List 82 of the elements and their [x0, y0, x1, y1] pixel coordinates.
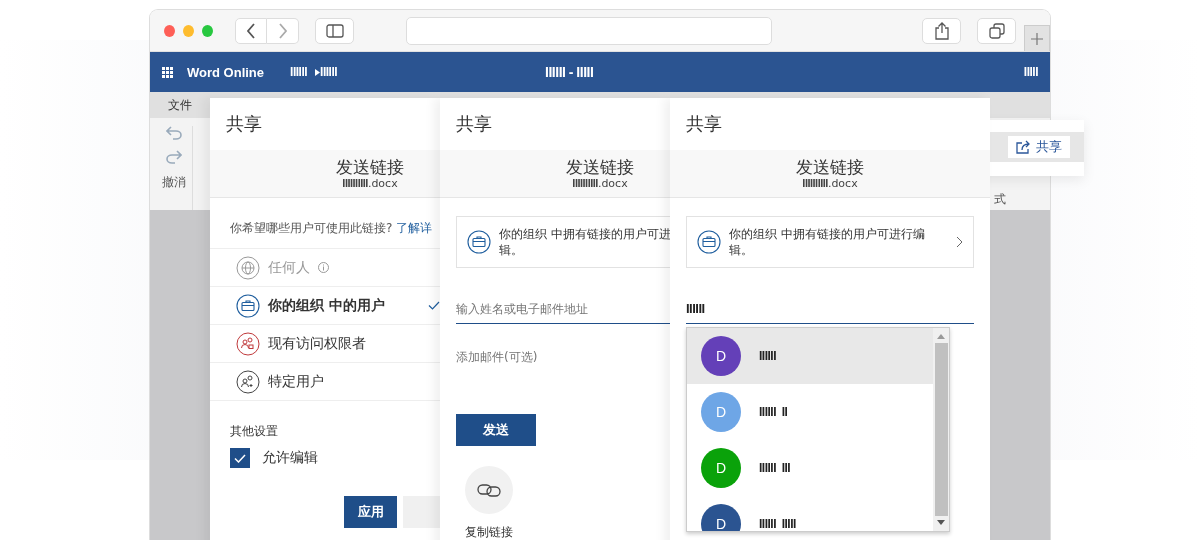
panel-title: 共享	[225, 112, 263, 136]
redo-icon[interactable]	[166, 150, 182, 164]
link-icon	[477, 482, 501, 498]
permission-info-card[interactable]: 你的组织 中拥有链接的用户可进 辑。	[456, 216, 670, 268]
sidebar-button[interactable]	[315, 17, 354, 44]
chevron-right-icon	[278, 22, 287, 39]
scroll-up-icon[interactable]	[937, 334, 945, 339]
file-name: IIIIIIIIII.docx	[802, 177, 858, 190]
suggestion-item[interactable]: D IIIIII III	[687, 440, 933, 496]
undo-label: 撤消	[162, 174, 186, 191]
suggestion-item[interactable]: D IIIIII	[687, 328, 933, 384]
permission-info-text: 你的组织 中拥有链接的用户可进	[499, 226, 670, 242]
check-icon	[428, 301, 440, 310]
back-button[interactable]	[235, 17, 268, 44]
header-title: 发送链接	[796, 157, 864, 177]
tabs-icon	[988, 22, 1005, 39]
link-option[interactable]: 现有访问权限者	[210, 324, 440, 362]
file-name: IIIIIIIIII.docx	[572, 177, 628, 190]
ribbon-tab[interactable]: 文件	[150, 92, 210, 118]
share-button[interactable]	[922, 17, 962, 44]
chevron-left-icon	[246, 22, 256, 39]
chevron-right-icon	[956, 236, 963, 248]
checkmark-icon	[234, 453, 246, 463]
breadcrumb-arrow-icon	[315, 68, 321, 76]
contact-name: IIIIII IIIII	[759, 517, 796, 531]
share-icon	[934, 21, 949, 40]
message-input[interactable]: 添加邮件(可选)	[456, 344, 670, 370]
user-name[interactable]: IIIII	[1023, 65, 1038, 79]
maximize-icon[interactable]	[202, 24, 214, 37]
app-title: Word Online	[187, 64, 265, 80]
document-title: IIIIII - IIIII	[545, 64, 594, 80]
recipient-input[interactable]: IIIIII	[686, 294, 974, 324]
close-icon[interactable]	[164, 24, 176, 37]
link-option[interactable]: 你的组织 中的用户	[210, 286, 440, 324]
share-button[interactable]: 共享	[1008, 136, 1070, 158]
header-title: 发送链接	[336, 157, 404, 177]
send-button[interactable]: 发送	[456, 414, 536, 446]
plus-icon	[1031, 32, 1044, 45]
avatar: D	[701, 392, 741, 432]
scrollbar[interactable]	[933, 328, 949, 531]
scroll-down-icon[interactable]	[937, 520, 945, 525]
checkbox-label: 允许编辑	[262, 449, 318, 467]
permission-info-card[interactable]: 你的组织 中拥有链接的用户可进行编辑。	[686, 216, 974, 268]
permission-info-text: 你的组织 中拥有链接的用户可进行编辑。	[729, 226, 926, 258]
people-icon	[236, 369, 260, 394]
people-lock-icon	[236, 331, 260, 356]
copy-link-label: 复制链接	[465, 524, 513, 540]
tabs-button[interactable]	[977, 17, 1017, 44]
briefcase-icon	[697, 230, 721, 254]
briefcase-icon	[236, 293, 260, 318]
address-field[interactable]	[405, 16, 773, 45]
briefcase-icon	[467, 230, 491, 254]
recipient-input[interactable]: 输入姓名或电子邮件地址	[456, 294, 670, 324]
globe-icon	[236, 255, 260, 280]
permission-info-text: 辑。	[499, 242, 524, 258]
share-icon	[1016, 140, 1032, 154]
link-option[interactable]: 特定用户	[210, 362, 440, 400]
undo-icon[interactable]	[166, 126, 182, 140]
avatar: D	[701, 448, 741, 488]
sidebar-icon	[325, 23, 344, 38]
header-title: 发送链接	[566, 157, 634, 177]
avatar: D	[701, 336, 741, 376]
suggestion-item[interactable]: D IIIIII IIIII	[687, 496, 933, 531]
allow-edit-checkbox[interactable]	[230, 448, 250, 468]
ribbon-label: 式	[994, 191, 1006, 208]
learn-more-link[interactable]: 了解详	[396, 221, 433, 235]
minimize-icon[interactable]	[183, 24, 195, 37]
panel-title: 共享	[455, 112, 493, 136]
copy-link-button[interactable]	[465, 466, 513, 514]
apply-button[interactable]: 应用	[344, 496, 398, 528]
question-text: 你希望哪些用户可使用此链接? 了解详	[229, 220, 434, 237]
avatar: D	[701, 504, 741, 531]
contact-name: IIIIII III	[759, 461, 791, 475]
suggestion-item[interactable]: D IIIIII II	[687, 384, 933, 440]
file-name: IIIIIIIIII.docx	[342, 177, 398, 190]
contact-name: IIIIII	[759, 349, 776, 363]
new-tab-button[interactable]	[1024, 25, 1050, 51]
breadcrumb-item[interactable]: IIIIII	[290, 65, 308, 79]
contact-name: IIIIII II	[759, 405, 788, 419]
breadcrumb-item[interactable]: IIIIII	[320, 65, 338, 79]
panel-title: 共享	[685, 112, 723, 136]
app-launcher-icon[interactable]	[162, 66, 173, 78]
